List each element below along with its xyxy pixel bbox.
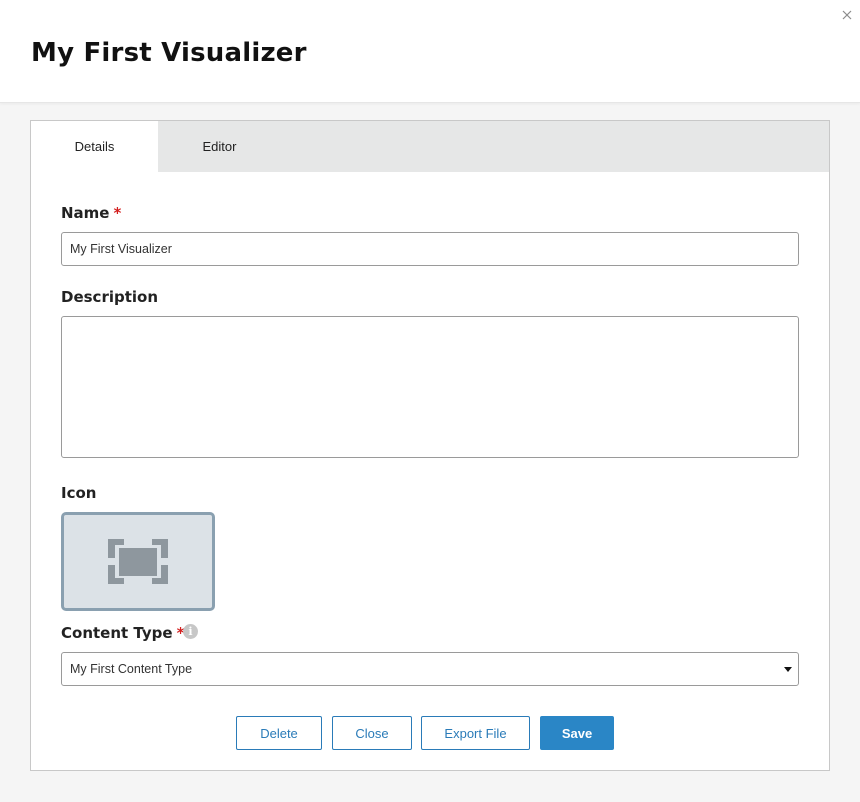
description-textarea[interactable] bbox=[61, 316, 799, 458]
content-type-label-text: Content Type bbox=[61, 624, 173, 642]
info-icon[interactable]: i bbox=[183, 624, 198, 639]
content-type-selected-value: My First Content Type bbox=[70, 662, 193, 676]
icon-label: Icon bbox=[61, 484, 97, 502]
tab-editor[interactable]: Editor bbox=[158, 121, 281, 172]
tab-details[interactable]: Details bbox=[31, 121, 158, 172]
save-button[interactable]: Save bbox=[540, 716, 614, 750]
modal-header: My First Visualizer bbox=[0, 0, 860, 103]
content-type-label: Content Type * bbox=[61, 624, 184, 642]
export-file-button[interactable]: Export File bbox=[421, 716, 530, 750]
chevron-down-icon bbox=[784, 667, 792, 672]
delete-button[interactable]: Delete bbox=[236, 716, 322, 750]
required-marker: * bbox=[113, 204, 122, 222]
name-label-text: Name bbox=[61, 204, 110, 222]
name-input[interactable] bbox=[61, 232, 799, 266]
close-icon[interactable] bbox=[840, 8, 854, 22]
content-type-select[interactable]: My First Content Type bbox=[61, 652, 799, 686]
page-title: My First Visualizer bbox=[31, 38, 307, 68]
frame-icon bbox=[108, 539, 168, 584]
close-button[interactable]: Close bbox=[332, 716, 412, 750]
description-label: Description bbox=[61, 288, 159, 306]
icon-picker[interactable] bbox=[61, 512, 215, 611]
tab-bar: Details Editor bbox=[31, 121, 829, 172]
details-panel: Details Editor Name* Description Icon C bbox=[30, 120, 830, 771]
name-label: Name * bbox=[61, 204, 121, 222]
